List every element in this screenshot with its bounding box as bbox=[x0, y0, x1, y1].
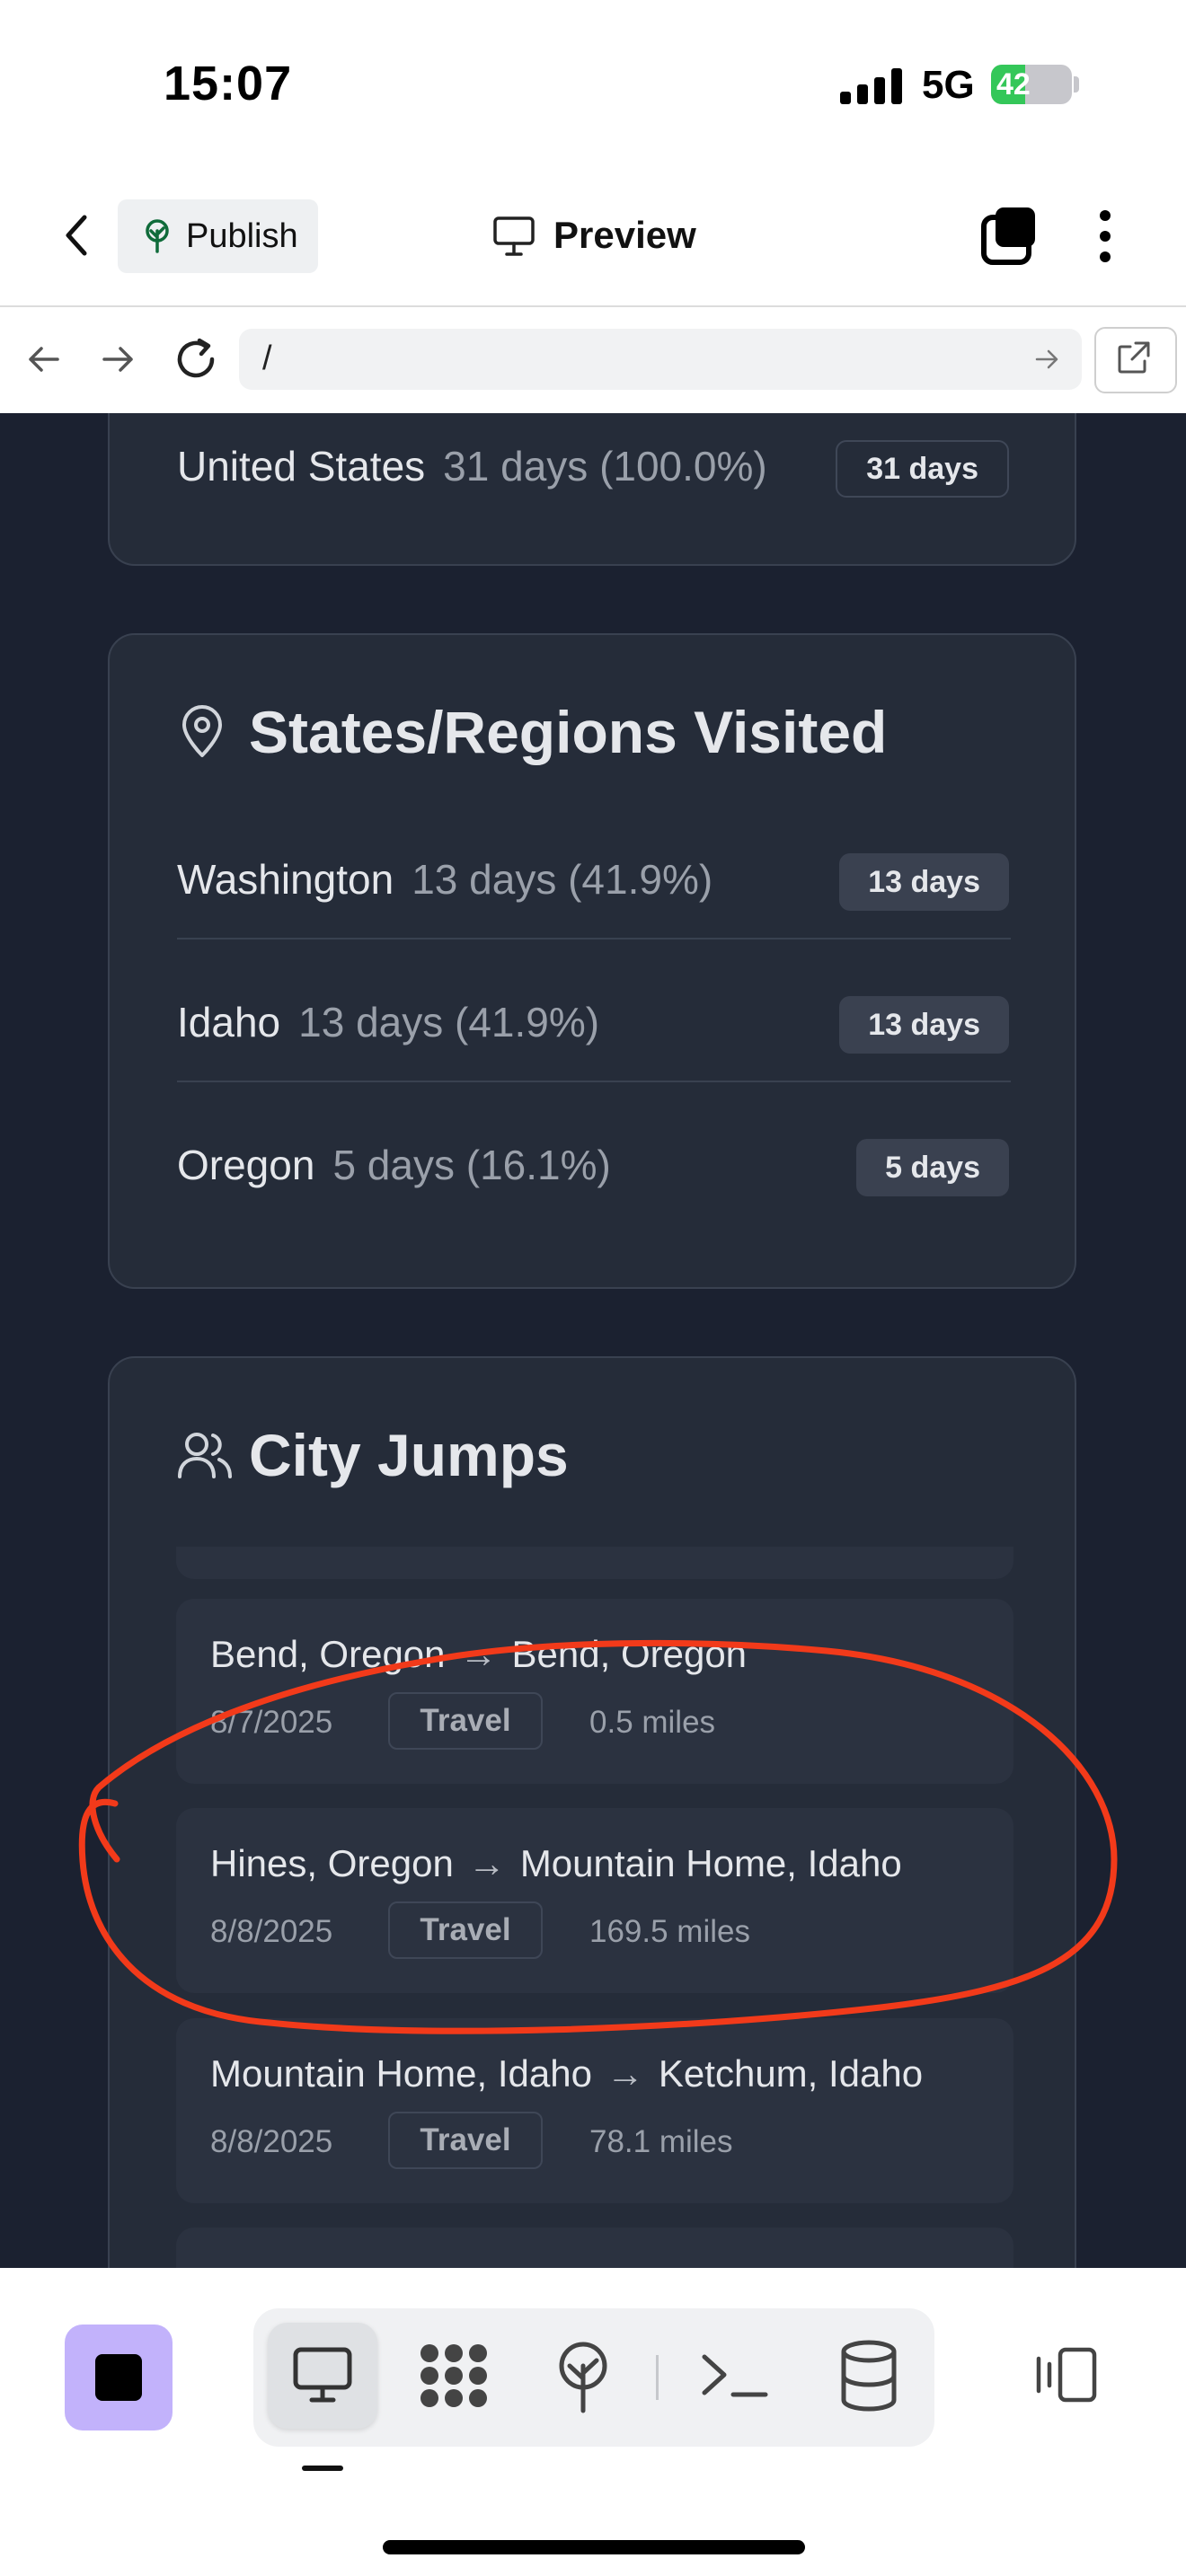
active-tab-indicator bbox=[302, 2466, 343, 2471]
battery-percentage: 42 bbox=[996, 67, 1031, 101]
browser-back-button[interactable] bbox=[23, 340, 63, 384]
external-link-icon bbox=[1118, 341, 1150, 374]
browser-forward-button[interactable] bbox=[99, 340, 138, 384]
publish-button[interactable]: Publish bbox=[118, 199, 318, 273]
more-vertical-icon bbox=[1100, 210, 1111, 262]
preview-content: United States 31 days (100.0%) 31 days St… bbox=[0, 413, 1186, 2268]
annotation-circle bbox=[78, 1639, 1118, 2034]
url-text: / bbox=[262, 340, 272, 377]
arrow-left-icon bbox=[29, 347, 59, 372]
network-type: 5G bbox=[922, 63, 975, 107]
home-indicator bbox=[383, 2540, 805, 2554]
battery-cap bbox=[1074, 76, 1079, 93]
layers-icon bbox=[981, 207, 1035, 265]
monitor-icon bbox=[293, 2347, 352, 2403]
tab-database[interactable] bbox=[828, 2335, 909, 2416]
tree-icon bbox=[559, 2342, 607, 2413]
monitor-icon bbox=[493, 216, 535, 256]
arrow-right-icon[interactable] bbox=[1033, 345, 1062, 374]
tool-divider bbox=[656, 2355, 659, 2400]
tab-deploy[interactable] bbox=[543, 2335, 624, 2416]
status-time: 15:07 bbox=[164, 57, 293, 110]
tab-preview[interactable] bbox=[268, 2323, 377, 2429]
arrow-right-icon bbox=[102, 347, 133, 372]
tree-icon bbox=[146, 219, 169, 253]
grid-icon bbox=[420, 2344, 487, 2407]
more-options-button[interactable] bbox=[1087, 207, 1123, 269]
terminal-icon bbox=[702, 2354, 768, 2397]
reload-button[interactable] bbox=[173, 336, 219, 387]
chevron-left-icon bbox=[66, 215, 87, 256]
tool-switcher bbox=[253, 2308, 934, 2447]
panel-toggle-button[interactable] bbox=[1033, 2346, 1102, 2408]
back-button[interactable] bbox=[54, 208, 99, 262]
panel-toggle-icon bbox=[1036, 2347, 1097, 2403]
preview-label: Preview bbox=[553, 214, 696, 256]
tab-grid[interactable] bbox=[413, 2335, 494, 2416]
layers-button[interactable] bbox=[979, 205, 1042, 268]
stop-icon bbox=[95, 2354, 142, 2401]
cellular-signal-icon bbox=[840, 68, 903, 104]
reload-icon bbox=[177, 338, 215, 378]
tab-console[interactable] bbox=[694, 2335, 774, 2416]
battery-icon: 42 bbox=[991, 65, 1072, 104]
stop-button[interactable] bbox=[65, 2325, 173, 2430]
database-icon bbox=[841, 2340, 897, 2412]
publish-label: Publish bbox=[186, 217, 298, 255]
url-input[interactable]: / bbox=[239, 329, 1082, 390]
open-external-button[interactable] bbox=[1094, 327, 1177, 393]
